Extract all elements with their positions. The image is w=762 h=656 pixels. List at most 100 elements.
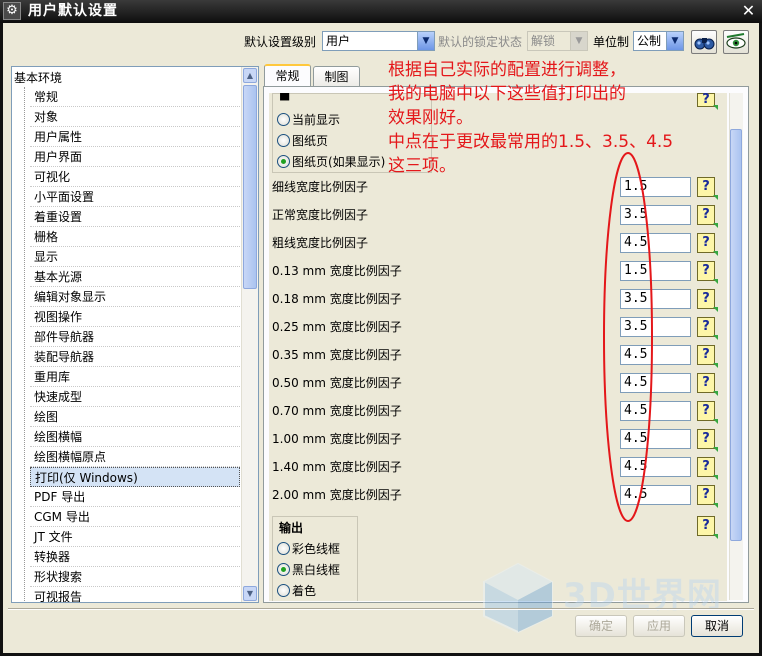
- tree-item[interactable]: 快速成型: [30, 387, 240, 407]
- radio-button[interactable]: [277, 113, 290, 126]
- tab-drafting[interactable]: 制图: [313, 66, 360, 87]
- close-button[interactable]: ✕: [739, 2, 758, 21]
- tree-item[interactable]: 对象: [30, 107, 240, 127]
- tree-scrollbar[interactable]: ▲ ▼: [241, 67, 258, 602]
- help-button[interactable]: ?: [697, 205, 718, 228]
- annotation-line: 效果刚好。: [388, 108, 473, 128]
- chevron-down-icon[interactable]: ▼: [666, 32, 683, 50]
- radio-button[interactable]: [277, 563, 290, 576]
- radio-drawing-sheet[interactable]: 图纸页: [277, 131, 328, 151]
- radio-current-display[interactable]: 当前显示: [277, 110, 340, 130]
- help-button[interactable]: ?: [697, 401, 718, 424]
- gear-icon[interactable]: ⚙: [3, 2, 21, 20]
- tree-root[interactable]: 基本环境: [14, 69, 62, 87]
- radio-drawing-sheet-if-shown[interactable]: 图纸页(如果显示): [277, 152, 385, 172]
- factor-label: 1.00 mm 宽度比例因子: [272, 432, 402, 446]
- defaults-level-select[interactable]: 用户 ▼: [322, 31, 435, 51]
- help-button[interactable]: ?: [697, 457, 718, 480]
- radio-color-wireframe[interactable]: 彩色线框: [277, 539, 340, 559]
- visibility-button[interactable]: [723, 30, 749, 54]
- cancel-button[interactable]: 取消: [691, 615, 743, 637]
- radio-label: 图纸页: [292, 134, 329, 148]
- tree-item[interactable]: 装配导航器: [30, 347, 240, 367]
- window-title: 用户默认设置: [28, 3, 118, 19]
- factor-label: 2.00 mm 宽度比例因子: [272, 488, 402, 502]
- chevron-down-icon[interactable]: ▼: [417, 32, 434, 50]
- help-button[interactable]: ?: [697, 177, 718, 200]
- apply-button[interactable]: 应用: [633, 615, 685, 637]
- tree-item[interactable]: 形状搜索: [30, 567, 240, 587]
- factor-label: 细线宽度比例因子: [272, 180, 369, 194]
- output-group: 输出 彩色线框 黑白线框 着色: [272, 516, 358, 601]
- tree-item[interactable]: 着重设置: [30, 207, 240, 227]
- scroll-up-button[interactable]: ▲: [243, 68, 257, 83]
- display-group-title: ■: [279, 93, 291, 102]
- tree-item[interactable]: 用户属性: [30, 127, 240, 147]
- unit-system-select[interactable]: 公制 ▼: [633, 31, 684, 51]
- help-button[interactable]: ?: [697, 233, 718, 256]
- defaults-level-value: 用户: [326, 34, 351, 48]
- tree-item[interactable]: 用户界面: [30, 147, 240, 167]
- tab-general[interactable]: 常规: [264, 64, 311, 86]
- scroll-thumb[interactable]: [243, 85, 257, 289]
- tree-item[interactable]: 显示: [30, 247, 240, 267]
- help-button[interactable]: ?: [697, 289, 718, 312]
- radio-button[interactable]: [277, 134, 290, 147]
- binoculars-icon: [694, 38, 715, 50]
- radio-label: 当前显示: [292, 113, 341, 127]
- radio-button[interactable]: [277, 542, 290, 555]
- ok-button[interactable]: 确定: [575, 615, 627, 637]
- tree-item[interactable]: 绘图: [30, 407, 240, 427]
- tree-item[interactable]: 栅格: [30, 227, 240, 247]
- tree-item[interactable]: JT 文件: [30, 527, 240, 547]
- tree-item[interactable]: 小平面设置: [30, 187, 240, 207]
- title-bar: ⚙ 用户默认设置 ✕: [0, 0, 762, 23]
- tree-item[interactable]: PDF 导出: [30, 487, 240, 507]
- lock-state-select: 解锁 ▼: [527, 31, 588, 51]
- tree-item[interactable]: 编辑对象显示: [30, 287, 240, 307]
- factor-label: 0.18 mm 宽度比例因子: [272, 292, 402, 306]
- close-icon: ✕: [741, 1, 756, 20]
- unit-system-value: 公制: [637, 34, 662, 48]
- tree-item[interactable]: 基本光源: [30, 267, 240, 287]
- help-button[interactable]: ?: [697, 429, 718, 452]
- tree-item[interactable]: 视图操作: [30, 307, 240, 327]
- help-button[interactable]: ?: [697, 261, 718, 284]
- radio-label: 着色: [292, 584, 317, 598]
- tree-item[interactable]: 绘图横幅原点: [30, 447, 240, 467]
- scroll-down-button[interactable]: ▼: [243, 586, 257, 601]
- annotation-line: 我的电脑中以下这些值打印出的: [388, 84, 626, 104]
- defaults-level-label: 默认设置级别: [244, 35, 317, 49]
- tree-item[interactable]: 部件导航器: [30, 327, 240, 347]
- category-tree[interactable]: 基本环境 常规 对象 用户属性 用户界面 可视化 小平面设置 着重设置 栅格 显示 基本光源 编辑对…: [11, 66, 259, 603]
- radio-bw-wireframe[interactable]: 黑白线框: [277, 560, 340, 580]
- annotation-ellipse: [603, 152, 653, 522]
- tree-item[interactable]: 绘图横幅: [30, 427, 240, 447]
- tree-item[interactable]: 常规: [30, 87, 240, 107]
- tree-item[interactable]: CGM 导出: [30, 507, 240, 527]
- annotation-text: 根据自己实际的配置进行调整， 我的电脑中以下这些值打印出的 效果刚好。 中点在于更改最…: [388, 58, 748, 178]
- scroll-thumb[interactable]: [730, 129, 742, 541]
- find-button[interactable]: [691, 30, 717, 54]
- tree-item[interactable]: 可视化: [30, 167, 240, 187]
- tree-item[interactable]: 转换器: [30, 547, 240, 567]
- output-group-title: 输出: [279, 521, 304, 535]
- cube-logo-icon: [483, 562, 553, 634]
- user-defaults-dialog: ⚙ 用户默认设置 ✕ 默认设置级别 用户 ▼ 默认的锁定状态 解锁 ▼ 单位制 …: [0, 0, 762, 656]
- radio-button[interactable]: [277, 584, 290, 597]
- help-button[interactable]: ?: [697, 516, 718, 539]
- tree-item[interactable]: 可视报告: [30, 587, 240, 602]
- factor-label: 粗线宽度比例因子: [272, 236, 369, 250]
- factor-label: 0.50 mm 宽度比例因子: [272, 376, 402, 390]
- radio-label: 彩色线框: [292, 542, 341, 556]
- radio-label: 黑白线框: [292, 563, 341, 577]
- radio-shaded[interactable]: 着色: [277, 581, 316, 601]
- help-button[interactable]: ?: [697, 485, 718, 508]
- radio-button[interactable]: [277, 155, 290, 168]
- help-button[interactable]: ?: [697, 373, 718, 396]
- tree-item[interactable]: 重用库: [30, 367, 240, 387]
- tree-item[interactable]: 打印(仅 Windows): [30, 467, 240, 487]
- help-button[interactable]: ?: [697, 317, 718, 340]
- factor-label: 0.35 mm 宽度比例因子: [272, 348, 402, 362]
- help-button[interactable]: ?: [697, 345, 718, 368]
